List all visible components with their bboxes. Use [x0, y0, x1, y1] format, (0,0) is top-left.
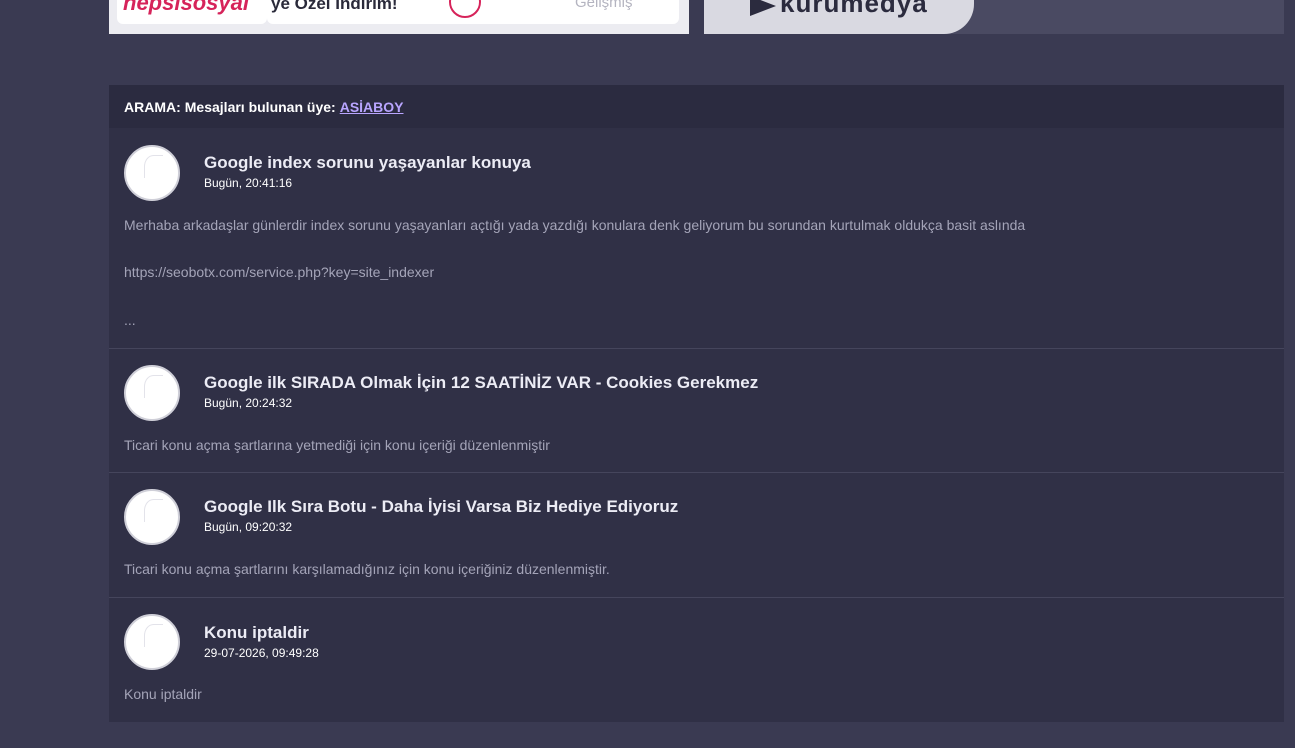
post-title[interactable]: Google ilk SIRADA Olmak İçin 12 SAATİNİZ… — [204, 373, 758, 393]
search-header: ARAMA: Mesajları bulunan üye: ASİABOY — [109, 85, 1284, 128]
search-user-link[interactable]: ASİABOY — [340, 99, 404, 115]
avatar[interactable] — [124, 145, 180, 201]
post-item: Konu iptaldir 29-07-2026, 09:49:28 Konu … — [109, 598, 1284, 723]
avatar[interactable] — [124, 614, 180, 670]
post-body-line: Konu iptaldir — [124, 686, 202, 702]
post-title[interactable]: Google Ilk Sıra Botu - Daha İyisi Varsa … — [204, 497, 678, 517]
ad-banner-left[interactable]: hepsisosyal ye Özel İndirim! Gelişmiş — [109, 0, 689, 34]
play-arrow-icon — [750, 0, 776, 16]
post-date: Bugün, 20:24:32 — [204, 396, 293, 410]
search-results-panel: ARAMA: Mesajları bulunan üye: ASİABOY Go… — [109, 85, 1284, 722]
ad-banner-row: hepsisosyal ye Özel İndirim! Gelişmiş ku… — [109, 0, 1284, 34]
ad-banner-right[interactable]: kurumedya — [704, 0, 1284, 34]
post-body-line: https://seobotx.com/service.php?key=site… — [124, 264, 435, 280]
ad-brand-logo: hepsisosyal — [123, 0, 249, 15]
post-body-line: Merhaba arkadaşlar günlerdir index sorun… — [124, 217, 1026, 233]
post-item: Google ilk SIRADA Olmak İçin 12 SAATİNİZ… — [109, 349, 1284, 473]
post-item: Google Ilk Sıra Botu - Daha İyisi Varsa … — [109, 473, 1284, 598]
ad-promo-text: ye Özel İndirim! — [271, 0, 398, 13]
avatar[interactable] — [124, 489, 180, 545]
post-body-line: ... — [124, 312, 136, 328]
post-title[interactable]: Konu iptaldir — [204, 623, 309, 643]
post-date: Bugün, 09:20:32 — [204, 520, 293, 534]
post-body-line: Ticari konu açma şartlarına yetmediği iç… — [124, 437, 550, 453]
search-prefix: ARAMA: — [124, 98, 181, 115]
post-item: Google index sorunu yaşayanlar konuya Bu… — [109, 128, 1284, 349]
post-body-line: Ticari konu açma şartlarını karşılamadığ… — [124, 561, 610, 577]
post-date: Bugün, 20:41:16 — [204, 176, 293, 190]
ad-faded-text: Gelişmiş — [575, 0, 633, 11]
search-label: Mesajları bulunan üye: — [184, 98, 336, 115]
ad-logo-text: kurumedya — [780, 0, 928, 18]
post-title[interactable]: Google index sorunu yaşayanlar konuya — [204, 153, 531, 173]
avatar[interactable] — [124, 365, 180, 421]
post-date: 29-07-2026, 09:49:28 — [204, 646, 319, 660]
